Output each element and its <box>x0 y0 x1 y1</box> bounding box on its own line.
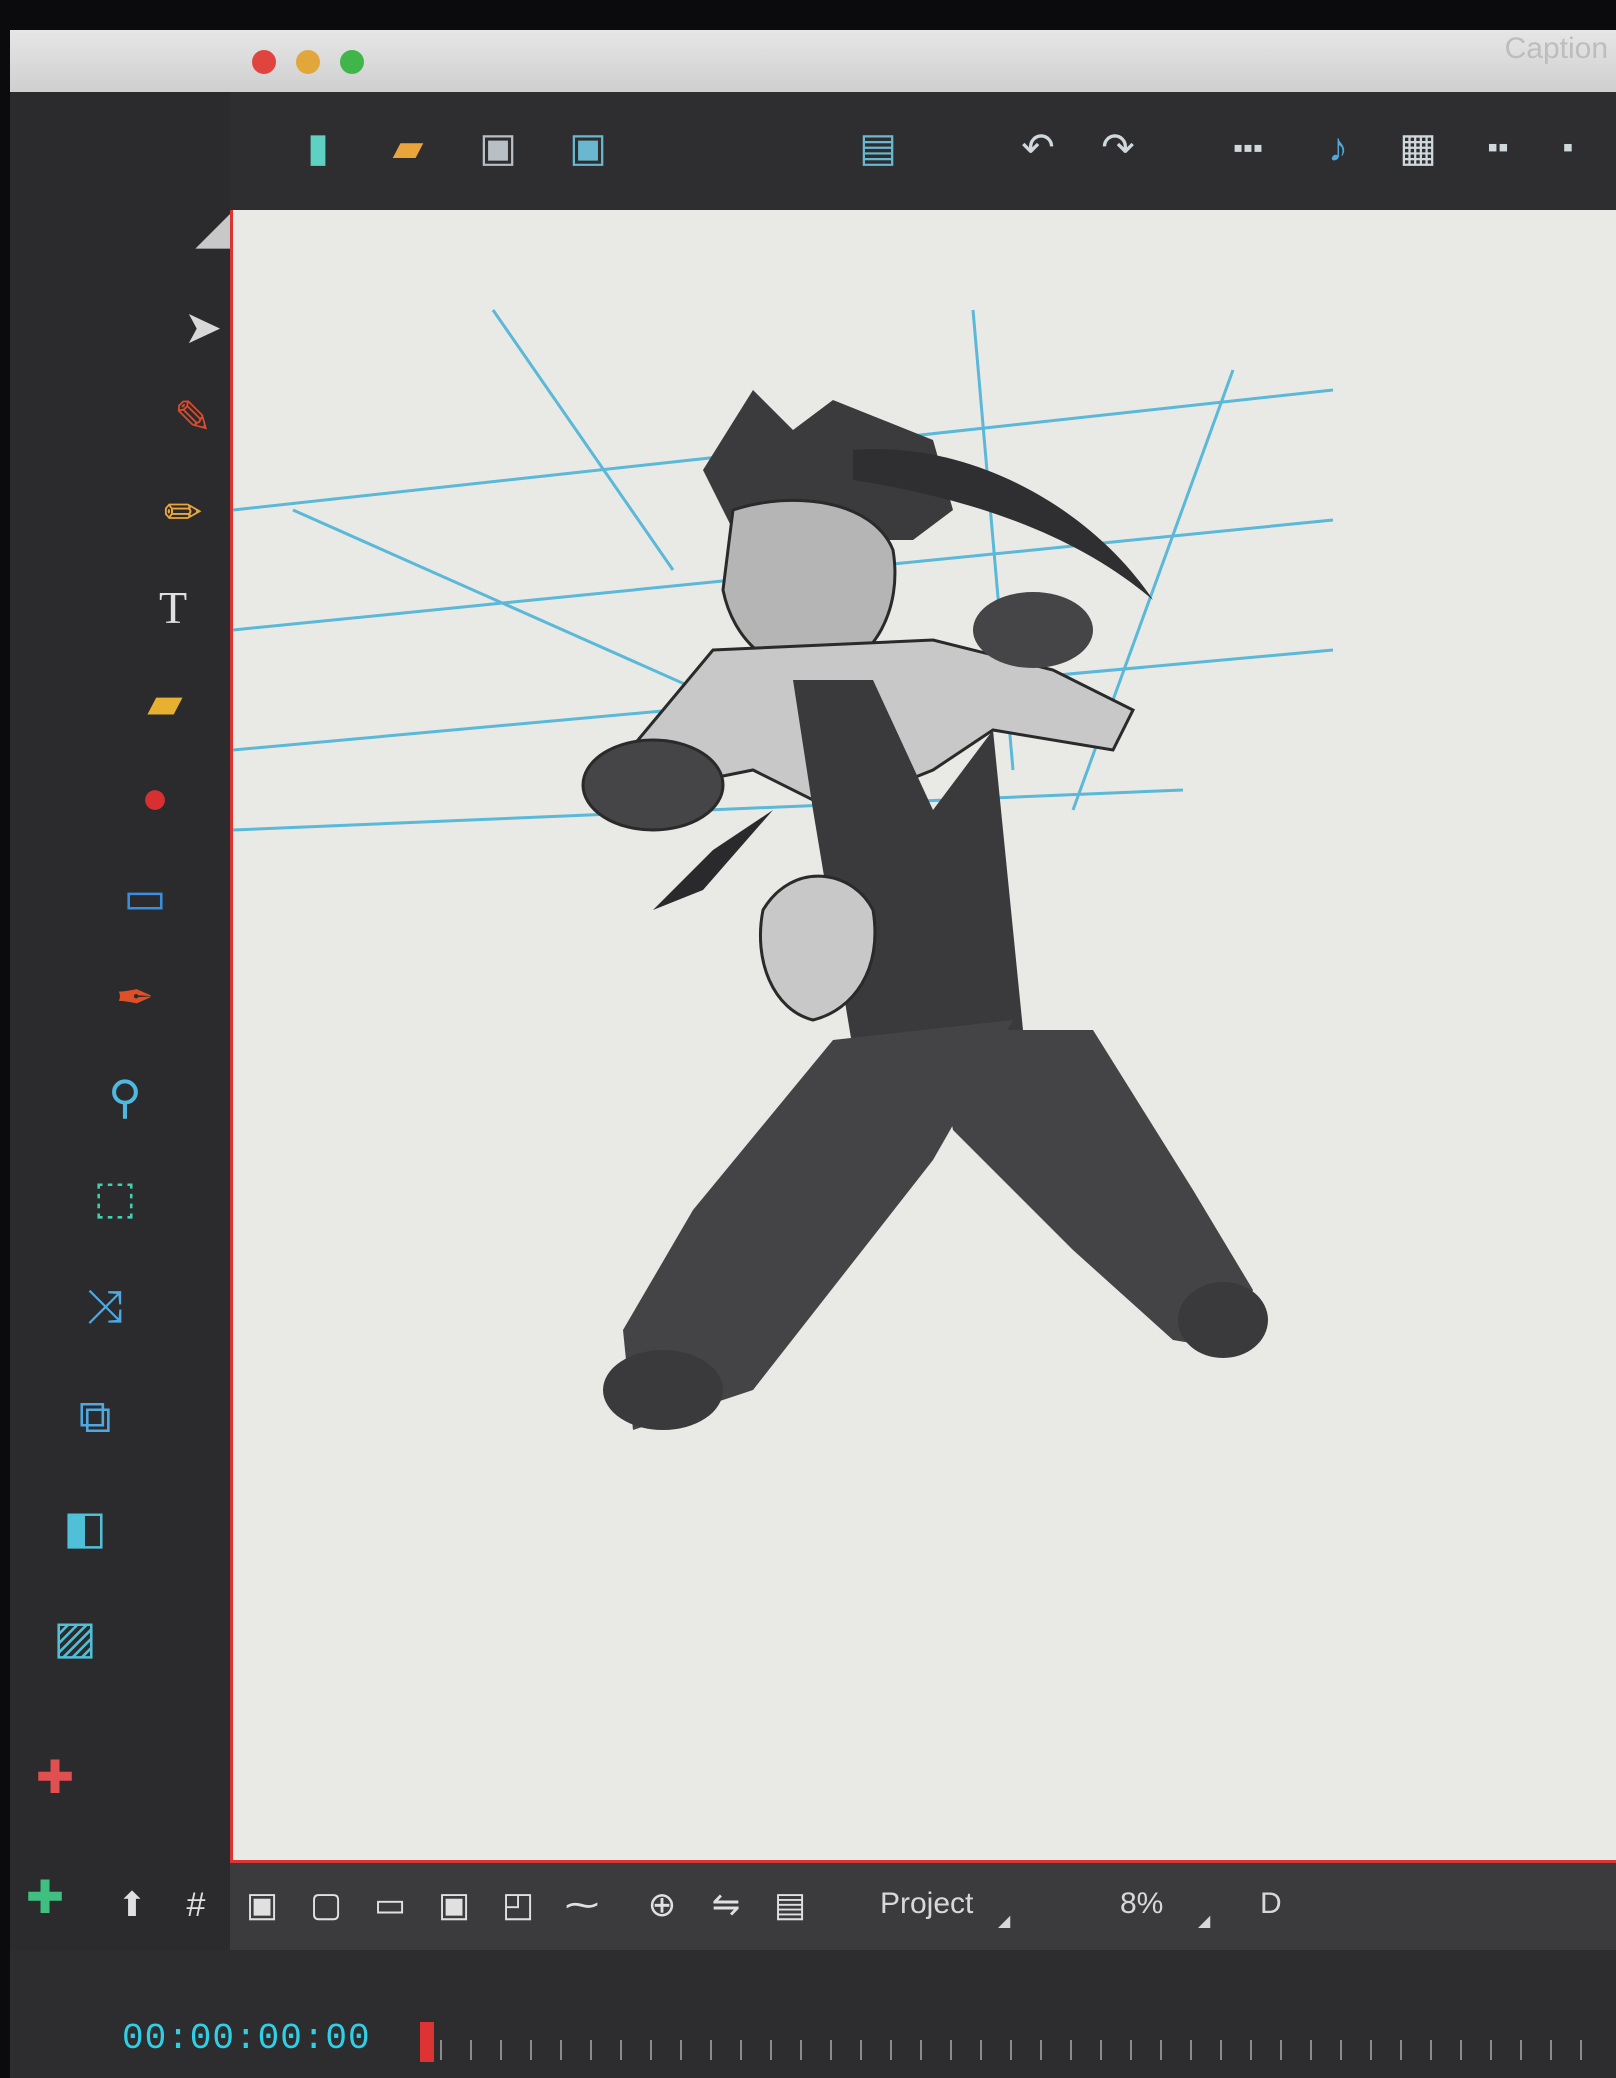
zoom-level[interactable]: 8% <box>1120 1887 1163 1921</box>
onion-skin-icon[interactable]: ⁓ <box>560 1883 604 1927</box>
select-arrow-icon[interactable]: ➤ <box>168 292 238 362</box>
timeline-panel: 00:00:00:00 <box>10 1950 1616 2078</box>
select-rect-icon[interactable]: ⬚ <box>80 1162 150 1232</box>
add-drawing-icon[interactable]: ✚ <box>20 1742 90 1812</box>
reset-view-icon[interactable]: ⬆ <box>110 1883 154 1927</box>
eraser-icon[interactable]: ▰ <box>130 667 200 737</box>
zoom-window-button[interactable] <box>340 50 364 74</box>
paint-bucket-icon[interactable]: ● <box>120 762 190 832</box>
new-scene-icon[interactable]: ▮ <box>290 120 346 176</box>
grid-toggle-icon[interactable]: # <box>174 1883 218 1927</box>
close-window-button[interactable] <box>252 50 276 74</box>
camera-move-icon[interactable]: ⧉ <box>60 1382 130 1452</box>
zoom-caret-icon[interactable]: ◢ <box>1198 1911 1210 1931</box>
camera-view-toolbar: ⬆ # ▣ ▢ ▭ ▣ ◰ ⁓ ⊕ ⇋ ▤ Project ◢ 8% ◢ D <box>118 1860 1616 1956</box>
view-select-caret-icon[interactable]: ◢ <box>998 1911 1010 1931</box>
bring-forward-icon[interactable]: ◧ <box>50 1492 120 1562</box>
redo-icon[interactable]: ↷ <box>1090 120 1146 176</box>
side-view-icon[interactable]: ▪▪ <box>1470 120 1526 176</box>
frame-ruler[interactable] <box>440 2040 1610 2060</box>
minimize-window-button[interactable] <box>296 50 320 74</box>
safe-area-icon[interactable]: ▣ <box>240 1883 284 1927</box>
light-table-icon[interactable]: ▤ <box>768 1883 812 1927</box>
text-icon[interactable]: T <box>138 572 208 642</box>
save-as-icon[interactable]: ▣ <box>560 120 616 176</box>
drawing-canvas[interactable] <box>230 210 1616 1860</box>
tools-toolbar: ◢ ➤ ✎ ✏ T ▰ ● ▭ ✒ ⚲ ⬚ ⤨ ⧉ ◧ ▨ ✚ ✚ 🗑 <box>6 92 231 2048</box>
xsheet-icon[interactable]: ♪ <box>1310 120 1366 176</box>
dropper-icon[interactable]: ✒ <box>100 962 170 1032</box>
field-guide-icon[interactable]: ▣ <box>432 1883 476 1927</box>
grid-view-icon[interactable]: ▦ <box>1390 120 1446 176</box>
table-view-icon[interactable]: ◰ <box>496 1883 540 1927</box>
character-sketch <box>581 390 1268 1430</box>
open-folder-icon[interactable]: ▰ <box>380 120 436 176</box>
title-bar: Caption <box>10 30 1616 92</box>
main-toolbar: ▮ ▰ ▣ ▣ ▤ ↶ ↷ ▪▪▪ ♪ ▦ ▪▪ ▪ <box>230 92 1616 213</box>
brush-icon[interactable]: ✎ <box>158 382 228 452</box>
frame-mask-icon[interactable]: ▢ <box>304 1883 348 1927</box>
timecode-display: 00:00:00:00 <box>122 2018 371 2059</box>
playhead[interactable] <box>420 2022 434 2062</box>
flip-view-icon[interactable]: ⇋ <box>704 1883 748 1927</box>
rotate-view-icon[interactable]: ⊕ <box>640 1883 684 1927</box>
rectangle-icon[interactable]: ▭ <box>110 862 180 932</box>
paste-icon[interactable]: ▤ <box>850 120 906 176</box>
top-view-icon[interactable]: ▪ <box>1540 120 1596 176</box>
zoom-icon[interactable]: ⚲ <box>90 1062 160 1132</box>
extra-indicator: D <box>1260 1887 1282 1920</box>
canvas-artwork <box>233 309 1334 1430</box>
transform-icon[interactable]: ⤨ <box>70 1272 140 1342</box>
background-icon[interactable]: ▭ <box>368 1883 412 1927</box>
view-select[interactable]: Project <box>880 1887 973 1921</box>
add-layer-icon[interactable]: ▨ <box>40 1602 110 1672</box>
pencil-icon[interactable]: ✏ <box>148 477 218 547</box>
window-caption: Caption <box>1504 32 1608 65</box>
undo-icon[interactable]: ↶ <box>1010 120 1066 176</box>
app-window: Caption ▮ ▰ ▣ ▣ ▤ ↶ ↷ ▪▪▪ ♪ ▦ ▪▪ ▪ ◢ ➤ ✎… <box>6 30 1616 2078</box>
add-color-card-icon[interactable]: ✚ <box>10 1862 80 1932</box>
view-strip-icon[interactable]: ▪▪▪ <box>1220 120 1276 176</box>
save-icon[interactable]: ▣ <box>470 120 526 176</box>
